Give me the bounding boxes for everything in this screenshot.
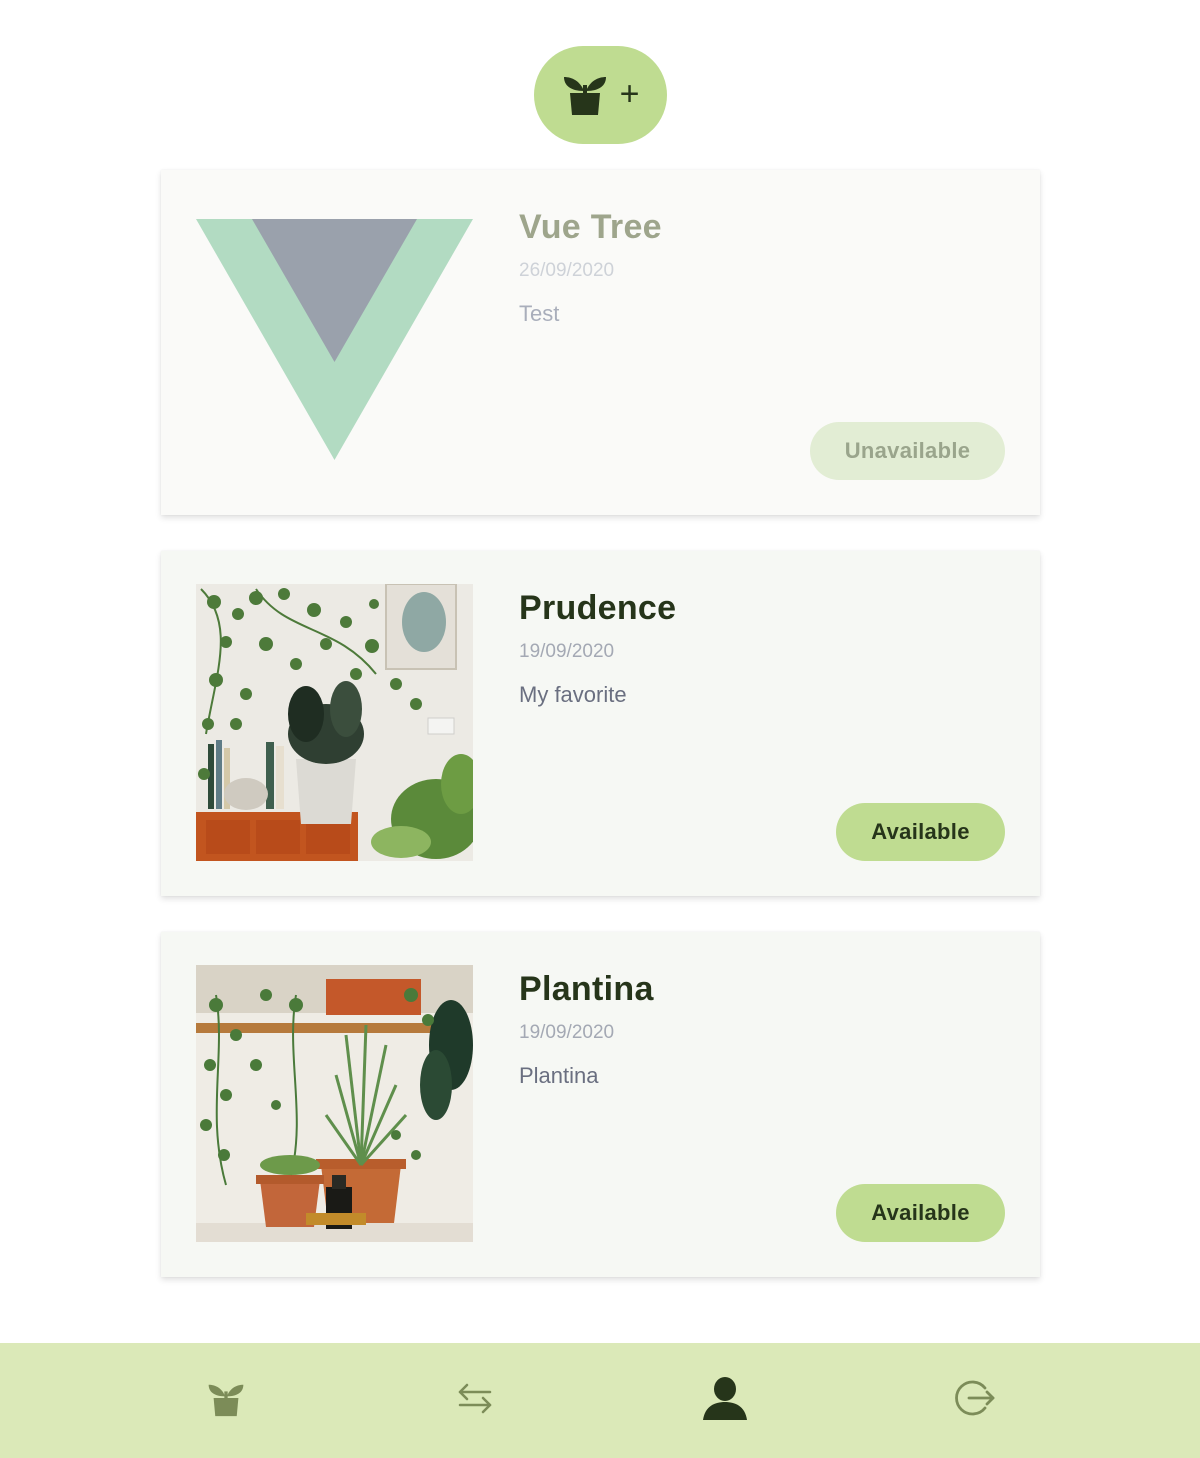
plant-icon xyxy=(562,71,608,120)
user-icon xyxy=(703,1376,747,1425)
nav-transfer[interactable] xyxy=(425,1343,525,1458)
nav-profile[interactable] xyxy=(675,1343,775,1458)
plant-name: Prudence xyxy=(519,589,677,627)
logout-icon xyxy=(955,1378,995,1423)
status-button[interactable]: Unavailable xyxy=(810,422,1005,480)
plant-date: 26/09/2020 xyxy=(519,260,615,281)
plant-photo xyxy=(196,965,473,1242)
status-button[interactable]: Available xyxy=(836,1184,1005,1242)
plant-name: Plantina xyxy=(519,970,654,1008)
plant-card[interactable]: Vue Tree 26/09/2020 Test Unavailable xyxy=(161,170,1040,515)
plant-icon xyxy=(207,1379,245,1422)
plant-card[interactable]: Prudence 19/09/2020 My favorite Availabl… xyxy=(161,551,1040,896)
nav-logout[interactable] xyxy=(925,1343,1025,1458)
plant-date: 19/09/2020 xyxy=(519,1022,615,1043)
transfer-arrows-icon xyxy=(457,1380,493,1421)
nav-plants[interactable] xyxy=(176,1343,276,1458)
add-plant-button[interactable]: + xyxy=(534,46,667,144)
bottom-nav xyxy=(0,1343,1200,1458)
plant-description: Test xyxy=(519,301,560,326)
plant-description: My favorite xyxy=(519,682,627,707)
plant-date: 19/09/2020 xyxy=(519,641,615,662)
plant-description: Plantina xyxy=(519,1063,599,1088)
plus-icon: + xyxy=(619,75,640,113)
plant-photo xyxy=(196,584,473,861)
status-button[interactable]: Available xyxy=(836,803,1005,861)
plant-name: Vue Tree xyxy=(519,208,662,246)
plant-card[interactable]: Plantina 19/09/2020 Plantina Available xyxy=(161,932,1040,1277)
vue-logo-image xyxy=(196,203,473,480)
